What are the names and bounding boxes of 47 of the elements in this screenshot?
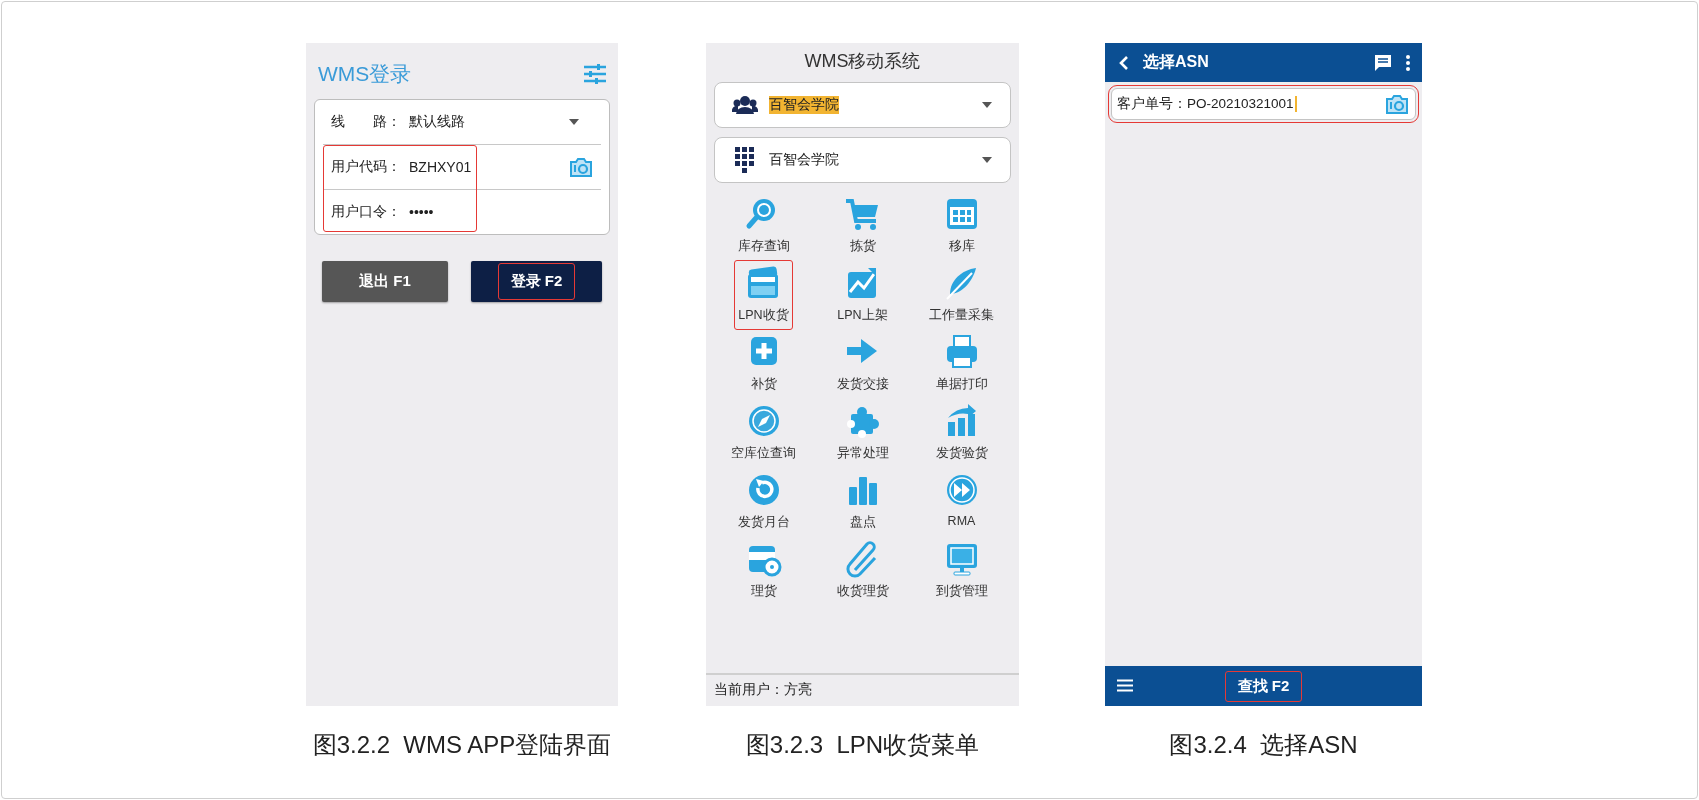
dropdown-value: 百智会学院 bbox=[769, 151, 839, 169]
menu-item[interactable]: 库存查询 bbox=[733, 191, 794, 261]
selector-dropdown[interactable]: 百智会学院 bbox=[714, 82, 1011, 128]
figure-caption: 图3.2.2 WMS APP登陆界面 bbox=[312, 730, 612, 760]
menu-item[interactable]: 工作量采集 bbox=[925, 260, 998, 330]
message-icon[interactable] bbox=[1374, 53, 1392, 72]
menu-item[interactable]: 盘点 bbox=[838, 467, 887, 537]
current-user-text: 当前用户：方亮 bbox=[714, 682, 812, 697]
menu-item[interactable]: 补货 bbox=[739, 329, 788, 399]
menu-item[interactable]: 移库 bbox=[937, 191, 986, 261]
menu-item[interactable]: RMA bbox=[937, 467, 986, 537]
back-chevron-icon[interactable] bbox=[1119, 54, 1129, 71]
camera-icon[interactable] bbox=[569, 156, 593, 178]
screen-title: 选择ASN bbox=[1143, 52, 1210, 72]
figure-caption: 图3.2.3 LPN收货菜单 bbox=[745, 730, 980, 760]
menu-item[interactable]: 收货理货 bbox=[832, 536, 893, 606]
menu-item[interactable]: 发货月台 bbox=[733, 467, 794, 537]
menu-item[interactable]: 单据打印 bbox=[931, 329, 992, 399]
dropdown-caret-icon bbox=[982, 102, 992, 108]
route-dropdown[interactable]: 线 路： 默认线路 bbox=[323, 100, 601, 144]
find-button[interactable]: 查找 F2 bbox=[1224, 670, 1303, 702]
password-field[interactable]: 用户口令： ••••• bbox=[323, 189, 601, 234]
dropdown-value: 百智会学院 bbox=[769, 96, 839, 114]
order-number-field[interactable]: 客户单号：PO-20210321001 bbox=[1111, 88, 1416, 120]
menu-item[interactable]: 空库位查询 bbox=[727, 398, 800, 468]
menu-item[interactable]: LPN上架 bbox=[833, 260, 892, 330]
camera-icon[interactable] bbox=[1385, 93, 1409, 115]
login-button[interactable]: 登录 F2 bbox=[471, 261, 602, 302]
more-options-icon[interactable] bbox=[1406, 54, 1410, 71]
screen-title: WMS登录 bbox=[318, 61, 412, 87]
menu-item[interactable]: 发货验货 bbox=[931, 398, 992, 468]
dropdown-caret-icon bbox=[982, 157, 992, 163]
user-code-field[interactable]: 用户代码： BZHXY01 bbox=[323, 145, 601, 189]
menu-item[interactable]: 理货 bbox=[739, 536, 788, 606]
menu-item[interactable]: 异常处理 bbox=[832, 398, 893, 468]
menu-icon[interactable] bbox=[1117, 679, 1133, 692]
selector-dropdown[interactable]: 百智会学院 bbox=[714, 137, 1011, 183]
screen-title: WMS移动系统 bbox=[803, 50, 922, 73]
menu-item[interactable]: 拣货 bbox=[838, 191, 887, 261]
menu-item[interactable]: 到货管理 bbox=[931, 536, 992, 606]
figure-caption: 图3.2.4 选择ASN bbox=[1169, 730, 1358, 760]
menu-item[interactable]: LPN收货 bbox=[734, 260, 793, 330]
group-icon bbox=[732, 96, 758, 114]
menu-item[interactable]: 发货交接 bbox=[832, 329, 893, 399]
dropdown-caret-icon bbox=[569, 119, 579, 125]
exit-button[interactable]: 退出 F1 bbox=[322, 261, 448, 302]
keypad-icon bbox=[735, 147, 755, 173]
